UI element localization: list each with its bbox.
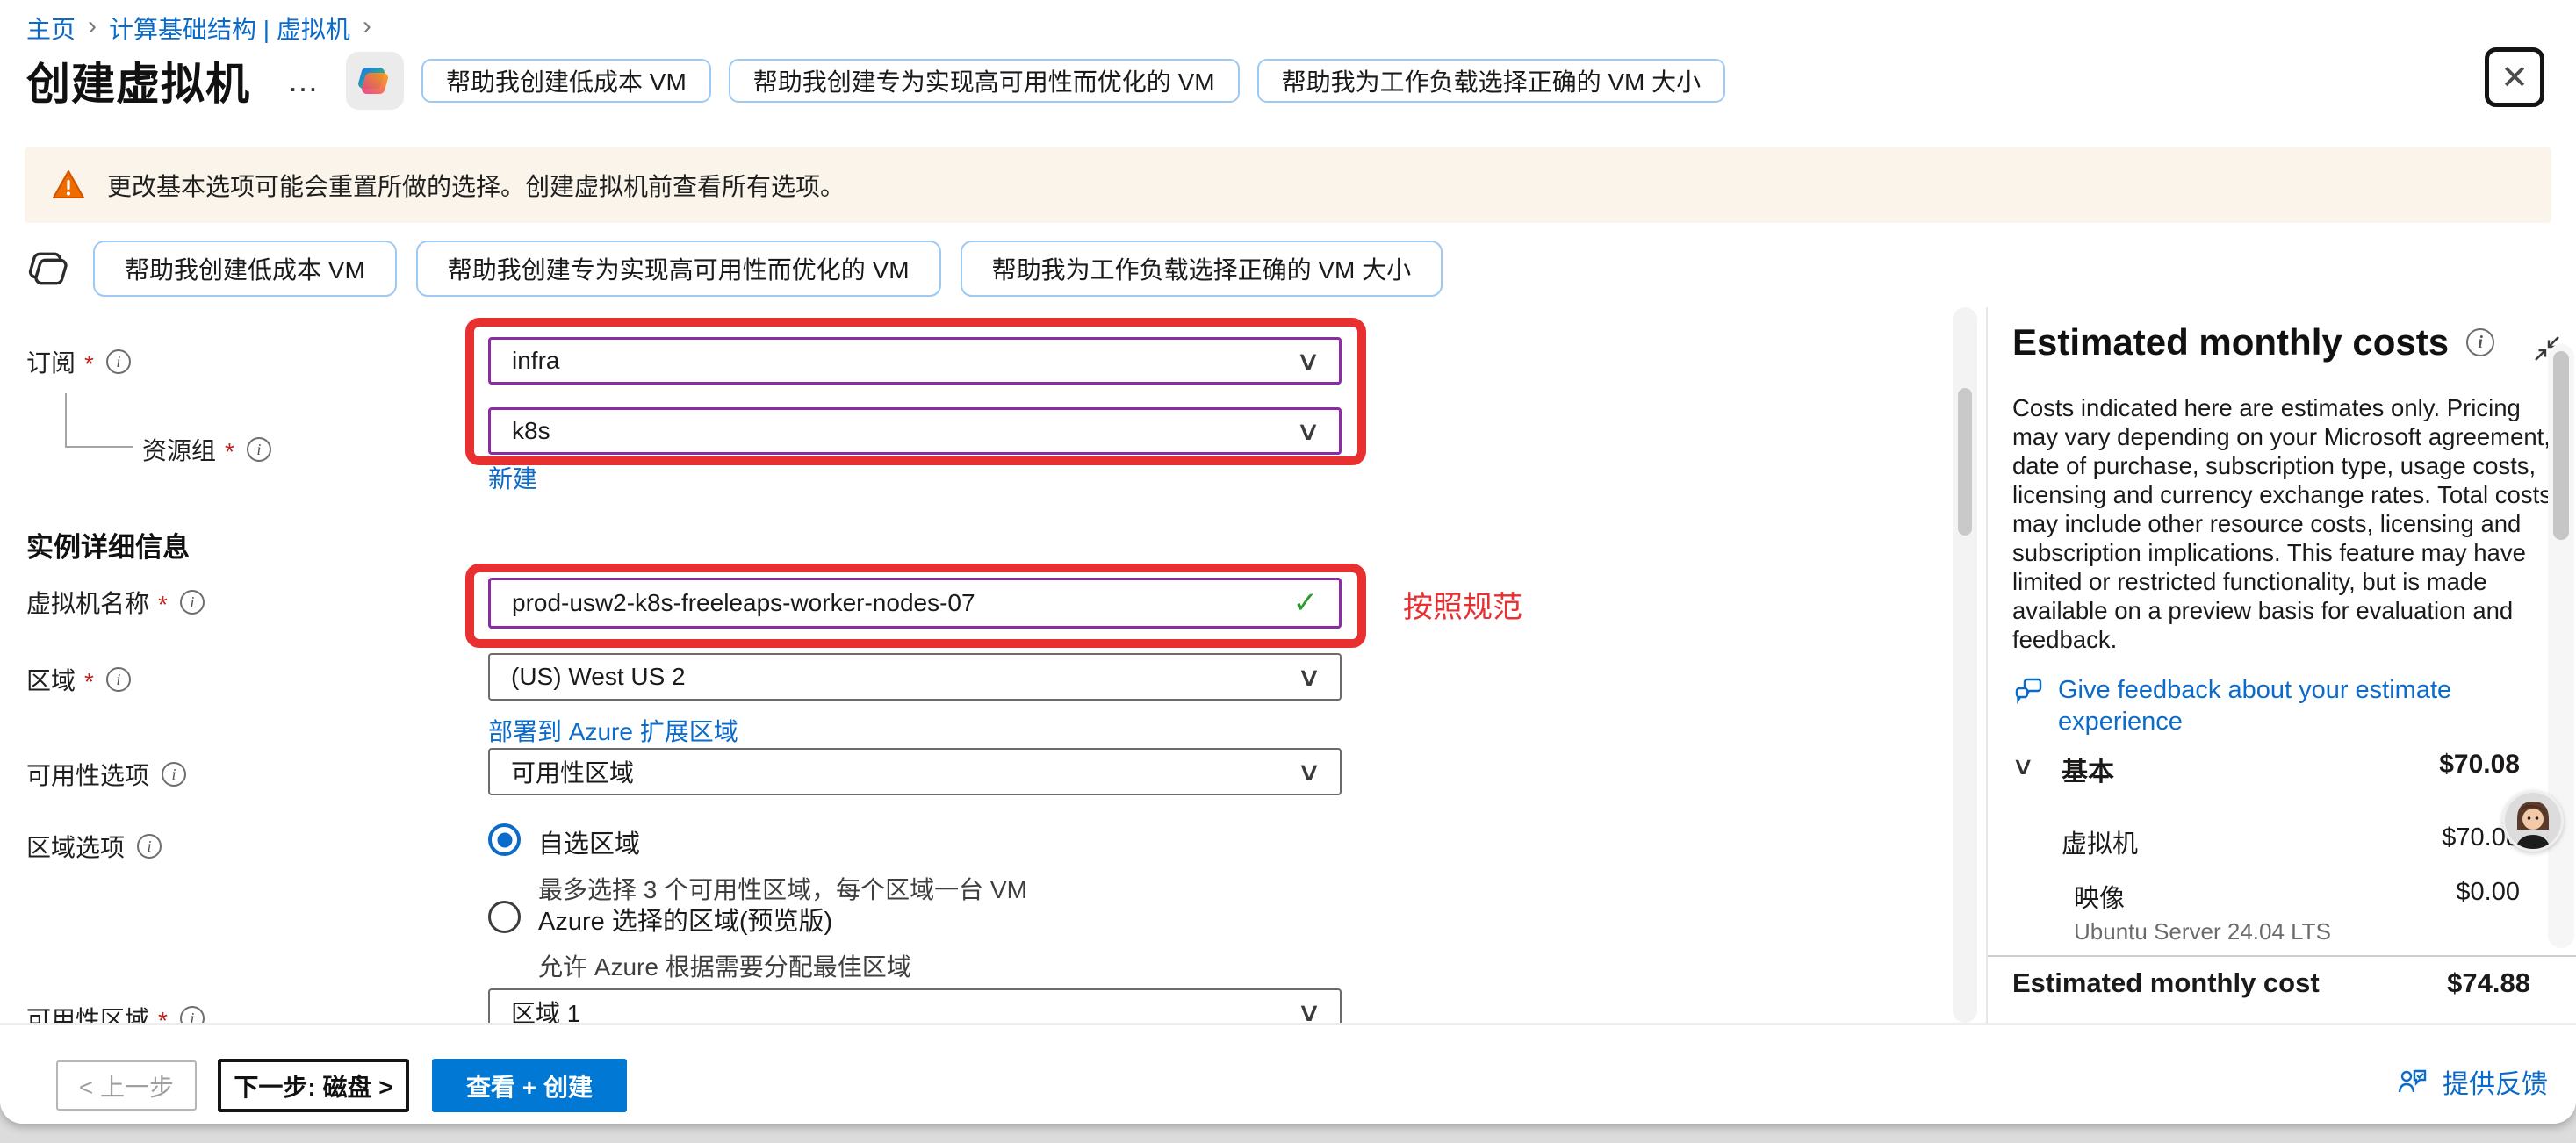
region-dropdown[interactable]: (US) West US 2 ∨ <box>488 653 1342 701</box>
create-vm-pane: 主页 › 计算基础结构 | 虚拟机 › 创建虚拟机 … 帮助我创建低成本 <box>0 0 2576 1124</box>
more-options-icon[interactable]: … <box>287 62 321 99</box>
cost-panel-scrollbar[interactable] <box>2548 344 2574 948</box>
instance-details-heading: 实例详细信息 <box>26 525 190 564</box>
warning-icon <box>51 168 86 203</box>
availability-options-dropdown[interactable]: 可用性区域 ∨ <box>488 748 1342 795</box>
panel-divider <box>1986 307 1988 1023</box>
info-icon[interactable]: i <box>106 349 131 374</box>
suggestion-high-availability-button[interactable]: 帮助我创建专为实现高可用性而优化的 VM <box>729 59 1240 103</box>
cost-row-label: 映像 <box>2074 878 2125 915</box>
copilot-icon[interactable] <box>346 52 404 110</box>
radio-description: 允许 Azure 根据需要分配最佳区域 <box>538 948 911 983</box>
cost-row-label: 虚拟机 <box>2062 823 2138 860</box>
field-connector-line <box>65 393 133 448</box>
suggestion-high-availability-button[interactable]: 帮助我创建专为实现高可用性而优化的 VM <box>416 241 941 297</box>
chevron-down-icon: ∨ <box>1297 662 1322 693</box>
resource-group-value: k8s <box>512 417 550 445</box>
cost-row-value: $0.00 <box>2456 878 2520 907</box>
cost-feedback-link[interactable]: Give feedback about your estimate experi… <box>2012 674 2563 737</box>
subscription-dropdown[interactable]: infra ∨ <box>488 337 1342 385</box>
info-icon[interactable]: i <box>180 590 205 615</box>
required-asterisk: * <box>84 350 94 378</box>
radio-unselected[interactable] <box>488 901 521 933</box>
copilot-suggestions-row: 帮助我创建低成本 VM 帮助我创建专为实现高可用性而优化的 VM 帮助我为工作负… <box>26 241 1443 297</box>
chevron-right-icon: › <box>363 11 371 41</box>
cost-total-value: $74.88 <box>2447 967 2530 999</box>
cost-total-divider <box>1988 955 2576 957</box>
cost-feedback-text: Give feedback about your estimate experi… <box>2058 674 2563 737</box>
main-scrollbar-thumb[interactable] <box>1958 388 1972 536</box>
subscription-value: infra <box>512 347 559 375</box>
create-new-resource-group-link[interactable]: 新建 <box>488 460 537 495</box>
info-icon[interactable]: i <box>137 834 162 859</box>
group-chevron-down-icon[interactable]: ∨ <box>2011 751 2035 780</box>
person-feedback-icon <box>2395 1064 2430 1099</box>
breadcrumb-section-link[interactable]: 计算基础结构 | 虚拟机 <box>109 11 350 46</box>
deploy-extended-zone-link[interactable]: 部署到 Azure 扩展区域 <box>488 713 738 748</box>
warning-banner: 更改基本选项可能会重置所做的选择。创建虚拟机前查看所有选项。 <box>25 147 2551 223</box>
resource-group-dropdown[interactable]: k8s ∨ <box>488 407 1342 455</box>
availability-options-value: 可用性区域 <box>511 754 634 789</box>
chevron-down-icon: ∨ <box>1297 757 1322 787</box>
close-icon: ✕ <box>2500 58 2529 97</box>
required-asterisk: * <box>84 668 94 696</box>
suggestion-low-cost-button[interactable]: 帮助我创建低成本 VM <box>421 59 711 103</box>
cost-row-subtext: Ubuntu Server 24.04 LTS <box>2074 918 2331 945</box>
radio-label[interactable]: 自选区域 <box>538 823 1027 860</box>
availability-options-label: 可用性选项 i <box>26 757 186 792</box>
cost-panel-title: Estimated monthly costs i <box>2012 321 2494 363</box>
info-icon[interactable]: i <box>106 667 131 692</box>
radio-label[interactable]: Azure 选择的区域(预览版) <box>538 901 911 938</box>
chevron-down-icon: ∨ <box>1296 346 1321 377</box>
cost-total-label: Estimated monthly cost <box>2012 967 2320 999</box>
review-create-button[interactable]: 查看 + 创建 <box>432 1059 627 1112</box>
zone-option-azure-select: Azure 选择的区域(预览版) 允许 Azure 根据需要分配最佳区域 <box>488 901 911 983</box>
feedback-bubbles-icon <box>2012 674 2046 737</box>
info-icon[interactable]: i <box>2466 328 2494 356</box>
region-value: (US) West US 2 <box>511 663 686 691</box>
assistant-avatar[interactable] <box>2502 790 2564 852</box>
suggestion-right-size-button[interactable]: 帮助我为工作负载选择正确的 VM 大小 <box>1257 59 1726 103</box>
cost-group-value: $70.08 <box>2439 750 2520 780</box>
cost-group-label: 基本 <box>2062 750 2114 788</box>
title-row: 创建虚拟机 … 帮助我创建低成本 VM 帮助我创建专为实现高可用性而优化的 VM… <box>26 49 1725 112</box>
zone-options-label: 区域选项 i <box>26 829 162 864</box>
region-label: 区域 * i <box>26 662 131 697</box>
valid-check-icon: ✓ <box>1293 586 1319 621</box>
vm-name-value: prod-usw2-k8s-freeleaps-worker-nodes-07 <box>512 589 975 617</box>
vm-name-input[interactable]: prod-usw2-k8s-freeleaps-worker-nodes-07 … <box>488 578 1342 629</box>
chevron-down-icon: ∨ <box>1296 416 1321 447</box>
close-button[interactable]: ✕ <box>2485 47 2544 107</box>
breadcrumb: 主页 › 计算基础结构 | 虚拟机 › <box>26 11 371 46</box>
breadcrumb-home-link[interactable]: 主页 <box>26 11 76 46</box>
page-title: 创建虚拟机 <box>26 49 250 112</box>
previous-button[interactable]: < 上一步 <box>56 1060 197 1111</box>
resource-group-label: 资源组 * i <box>142 432 271 467</box>
required-asterisk: * <box>225 438 234 466</box>
footer-bar: < 上一步 下一步: 磁盘 > 查看 + 创建 提供反馈 <box>0 1023 2576 1124</box>
info-icon[interactable]: i <box>247 437 271 462</box>
main-scrollbar[interactable] <box>1953 307 1977 1023</box>
feedback-link[interactable]: 提供反馈 <box>2395 1062 2548 1101</box>
next-disks-button[interactable]: 下一步: 磁盘 > <box>218 1059 409 1112</box>
suggestion-low-cost-button[interactable]: 帮助我创建低成本 VM <box>93 241 397 297</box>
required-asterisk: * <box>158 591 168 619</box>
radio-selected[interactable] <box>488 823 521 856</box>
info-icon[interactable]: i <box>162 762 186 787</box>
zone-option-self-select: 自选区域 最多选择 3 个可用性区域，每个区域一台 VM <box>488 823 1027 906</box>
cost-panel-scrollbar-thumb[interactable] <box>2553 351 2569 540</box>
suggestion-right-size-button[interactable]: 帮助我为工作负载选择正确的 VM 大小 <box>961 241 1443 297</box>
red-annotation-text: 按照规范 <box>1403 583 1522 626</box>
copilot-outline-icon <box>26 245 74 292</box>
feedback-label: 提供反馈 <box>2443 1062 2548 1101</box>
cost-disclaimer-text: Costs indicated here are estimates only.… <box>2012 393 2551 654</box>
vm-name-label: 虚拟机名称 * i <box>26 585 205 620</box>
chevron-right-icon: › <box>88 11 97 41</box>
warning-message: 更改基本选项可能会重置所做的选择。创建虚拟机前查看所有选项。 <box>107 168 845 203</box>
subscription-label: 订阅 * i <box>26 344 131 379</box>
